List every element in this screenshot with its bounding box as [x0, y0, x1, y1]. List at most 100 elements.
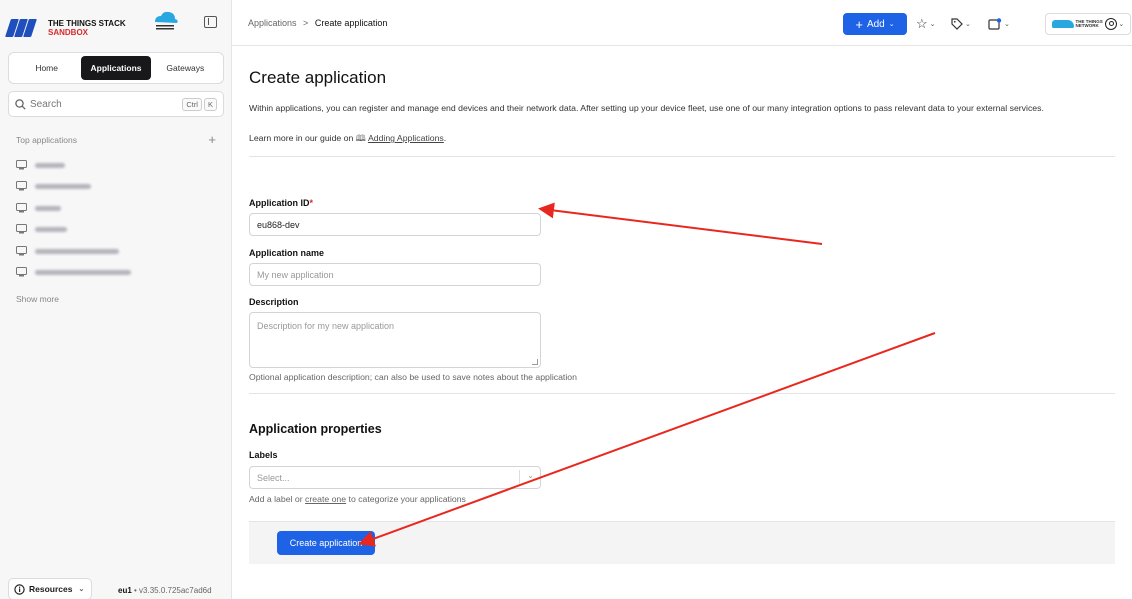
inbox-icon: [988, 18, 1002, 30]
chevron-down-icon: ⌄: [1118, 21, 1125, 28]
tts-logo-icon: [5, 19, 42, 37]
application-icon: [16, 246, 27, 256]
blurred-app-name: [35, 248, 119, 254]
divider: [249, 156, 1115, 157]
description-placeholder: Description for my new application: [257, 321, 395, 331]
application-icon: [16, 267, 27, 277]
search-input[interactable]: Search Ctrl K: [8, 91, 224, 117]
sidebar-collapse-icon[interactable]: [204, 16, 217, 28]
cluster-label: eu1: [118, 586, 132, 595]
page-title: Create application: [249, 68, 387, 87]
learn-more-prefix: Learn more in our guide on: [249, 133, 354, 143]
top-applications-label: Top applications: [16, 135, 77, 145]
version-info: eu1 • v3.35.0.725ac7ad6d: [118, 586, 212, 595]
add-label: Add: [866, 18, 885, 30]
logo-text: THE THINGS STACK SANDBOX: [48, 19, 126, 37]
application-icon: [16, 203, 27, 213]
resources-button[interactable]: Resources ⌄: [8, 578, 92, 599]
list-item[interactable]: [16, 263, 131, 281]
application-name-label: Application name: [249, 248, 325, 258]
list-item[interactable]: [16, 242, 119, 260]
ttn-cloud-icon: [1051, 20, 1074, 28]
list-item[interactable]: [16, 199, 61, 217]
resources-label: Resources: [29, 584, 73, 594]
blurred-app-name: [35, 269, 131, 275]
blurred-app-name: [35, 162, 65, 168]
main-content: Create application Within applications, …: [232, 46, 1132, 599]
inbox-button[interactable]: ⌄: [988, 13, 1010, 35]
application-id-label-text: Application ID: [249, 198, 310, 208]
chevron-down-icon: ⌄: [527, 471, 534, 480]
application-id-field[interactable]: eu868-dev: [249, 213, 541, 236]
book-icon: 🕮: [355, 133, 366, 143]
user-icon: [1104, 18, 1117, 30]
logo-subtitle: SANDBOX: [48, 28, 89, 37]
show-more-link[interactable]: Show more: [16, 294, 59, 304]
tab-home[interactable]: Home: [12, 56, 81, 80]
notifications-button[interactable]: ⌄: [951, 13, 971, 35]
sidebar: THE THINGS STACK SANDBOX Home Applicatio…: [0, 0, 232, 599]
learn-more: Learn more in our guide on 🕮 Adding Appl…: [249, 133, 446, 147]
description-label: Description: [249, 297, 299, 307]
profile-menu[interactable]: THE THINGS NETWORK ⌄: [1045, 13, 1131, 35]
labels-placeholder: Select...: [257, 472, 290, 483]
create-application-button[interactable]: Create application: [277, 531, 375, 555]
divider: [249, 393, 1115, 394]
version-label: v3.35.0.725ac7ad6d: [139, 586, 212, 595]
application-icon: [16, 224, 27, 234]
chevron-down-icon: ⌄: [929, 21, 936, 28]
list-item[interactable]: [16, 220, 67, 238]
chevron-down-icon: ⌄: [78, 586, 85, 593]
labels-hint-prefix: Add a label or: [249, 494, 303, 504]
required-asterisk: *: [309, 198, 314, 208]
tag-icon: [951, 18, 963, 30]
info-icon: [14, 583, 25, 595]
ttn-network-logo: THE THINGS NETWORK: [1075, 18, 1103, 28]
resize-handle[interactable]: [532, 359, 538, 365]
breadcrumb-applications[interactable]: Applications: [248, 18, 297, 28]
star-icon: ☆: [916, 16, 928, 31]
breadcrumb-separator: >: [303, 18, 309, 28]
add-application-icon[interactable]: +: [208, 133, 216, 146]
chevron-down-icon: ⌄: [965, 21, 971, 28]
labels-label: Labels: [249, 450, 278, 460]
ttn-cloud-logo-icon: [155, 11, 178, 30]
bookmarks-button[interactable]: ☆ ⌄: [916, 13, 936, 35]
search-placeholder: Search: [30, 98, 62, 110]
blurred-app-name: [35, 183, 91, 189]
tab-gateways[interactable]: Gateways: [151, 56, 220, 80]
application-icon: [16, 181, 27, 191]
learn-more-suffix: .: [443, 133, 447, 143]
application-icon: [16, 160, 27, 170]
labels-hint-suffix: to categorize your applications: [348, 494, 466, 504]
create-label-link[interactable]: create one: [305, 494, 346, 504]
labels-hint: Add a label or create one to categorize …: [249, 494, 466, 504]
nav-tabs: Home Applications Gateways: [8, 52, 224, 84]
top-applications-header: Top applications +: [16, 133, 216, 146]
chevron-down-icon: ⌄: [888, 21, 895, 28]
application-id-label: Application ID*: [249, 198, 313, 208]
description-hint: Optional application description; can al…: [249, 372, 577, 382]
list-item[interactable]: [16, 177, 91, 195]
tts-logo[interactable]: THE THINGS STACK SANDBOX: [5, 8, 228, 48]
select-separator: [519, 470, 520, 485]
description-field[interactable]: Description for my new application: [249, 312, 541, 368]
intro-text: Within applications, you can register an…: [249, 103, 1044, 113]
adding-applications-link[interactable]: Adding Applications: [368, 133, 444, 143]
application-name-field[interactable]: My new application: [249, 263, 541, 286]
logo-title: THE THINGS STACK: [48, 19, 126, 28]
form-footer: Create application: [249, 521, 1115, 564]
shortcut-key-ctrl: Ctrl: [182, 97, 202, 111]
labels-select[interactable]: Select... ⌄: [249, 466, 541, 489]
plus-icon: +: [855, 16, 863, 32]
blurred-app-name: [35, 226, 67, 232]
shortcut-key-k: K: [203, 97, 217, 111]
breadcrumb-current: Create application: [314, 18, 388, 28]
breadcrumb: Applications > Create application: [248, 18, 387, 28]
tab-applications[interactable]: Applications: [81, 56, 151, 80]
list-item[interactable]: [16, 156, 65, 174]
application-properties-title: Application properties: [249, 422, 382, 436]
add-button[interactable]: + Add ⌄: [843, 13, 907, 35]
chevron-down-icon: ⌄: [1004, 21, 1010, 28]
search-icon: [15, 98, 26, 110]
